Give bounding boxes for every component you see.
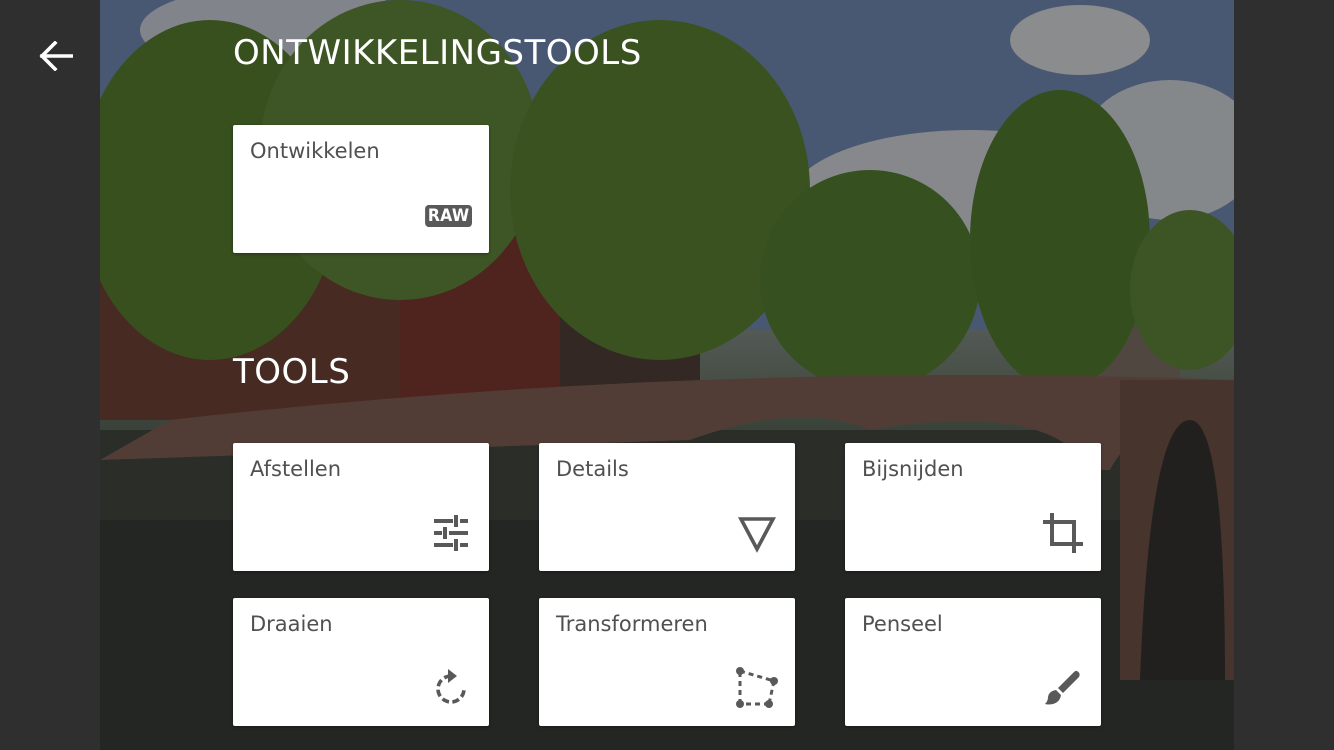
tool-card-details[interactable]: Details: [539, 443, 795, 571]
tool-label: Ontwikkelen: [250, 139, 380, 163]
rotate-icon: [427, 664, 475, 712]
tool-card-afstellen[interactable]: Afstellen: [233, 443, 489, 571]
tool-label: Penseel: [862, 612, 943, 636]
transform-icon: [733, 664, 781, 712]
section-title-development: ONTWIKKELINGSTOOLS: [233, 33, 642, 73]
back-button[interactable]: [34, 36, 78, 76]
triangle-down-icon: [733, 509, 781, 557]
arrow-left-icon: [39, 41, 73, 71]
tool-card-penseel[interactable]: Penseel: [845, 598, 1101, 726]
raw-badge: RAW: [424, 205, 472, 227]
tool-card-ontwikkelen[interactable]: Ontwikkelen RAW: [233, 125, 489, 253]
tool-label: Transformeren: [556, 612, 708, 636]
brush-icon: [1039, 664, 1087, 712]
left-bar: [0, 0, 100, 750]
tool-label: Afstellen: [250, 457, 342, 481]
tool-card-transformeren[interactable]: Transformeren: [539, 598, 795, 726]
sliders-icon: [427, 509, 475, 557]
section-title-tools: TOOLS: [233, 352, 351, 392]
right-bar: [1234, 0, 1334, 750]
tool-label: Details: [556, 457, 629, 481]
tool-card-bijsnijden[interactable]: Bijsnijden: [845, 443, 1101, 571]
tool-label: Draaien: [250, 612, 333, 636]
tool-card-draaien[interactable]: Draaien: [233, 598, 489, 726]
tool-label: Bijsnijden: [862, 457, 964, 481]
crop-icon: [1039, 509, 1087, 557]
